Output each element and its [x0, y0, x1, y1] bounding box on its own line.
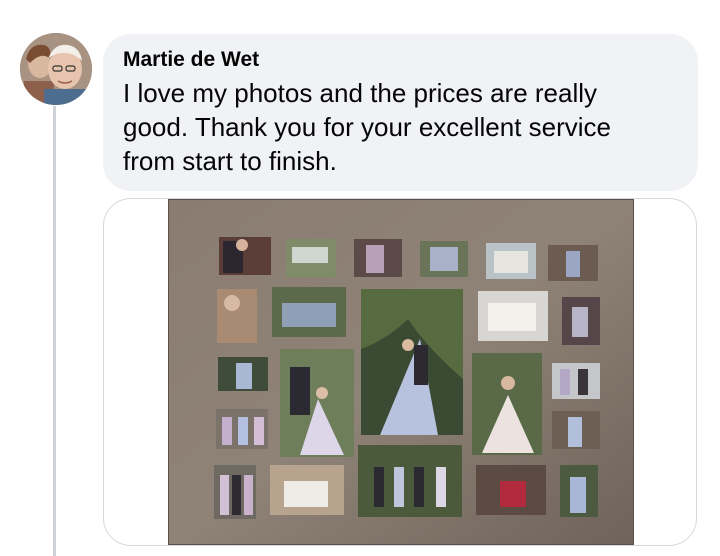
- photo-attachment[interactable]: [103, 198, 697, 546]
- attached-photo[interactable]: [168, 199, 634, 545]
- avatar[interactable]: [20, 33, 92, 105]
- comment-bubble: Martie de Wet I love my photos and the p…: [103, 34, 698, 191]
- reply-thread-line: [53, 106, 56, 556]
- comment-author[interactable]: Martie de Wet: [123, 46, 678, 74]
- profile-photo-icon: [20, 33, 92, 105]
- photo-wall-image: [168, 199, 634, 545]
- canvas-center-large: [361, 289, 463, 435]
- comment-text: I love my photos and the prices are real…: [123, 78, 612, 176]
